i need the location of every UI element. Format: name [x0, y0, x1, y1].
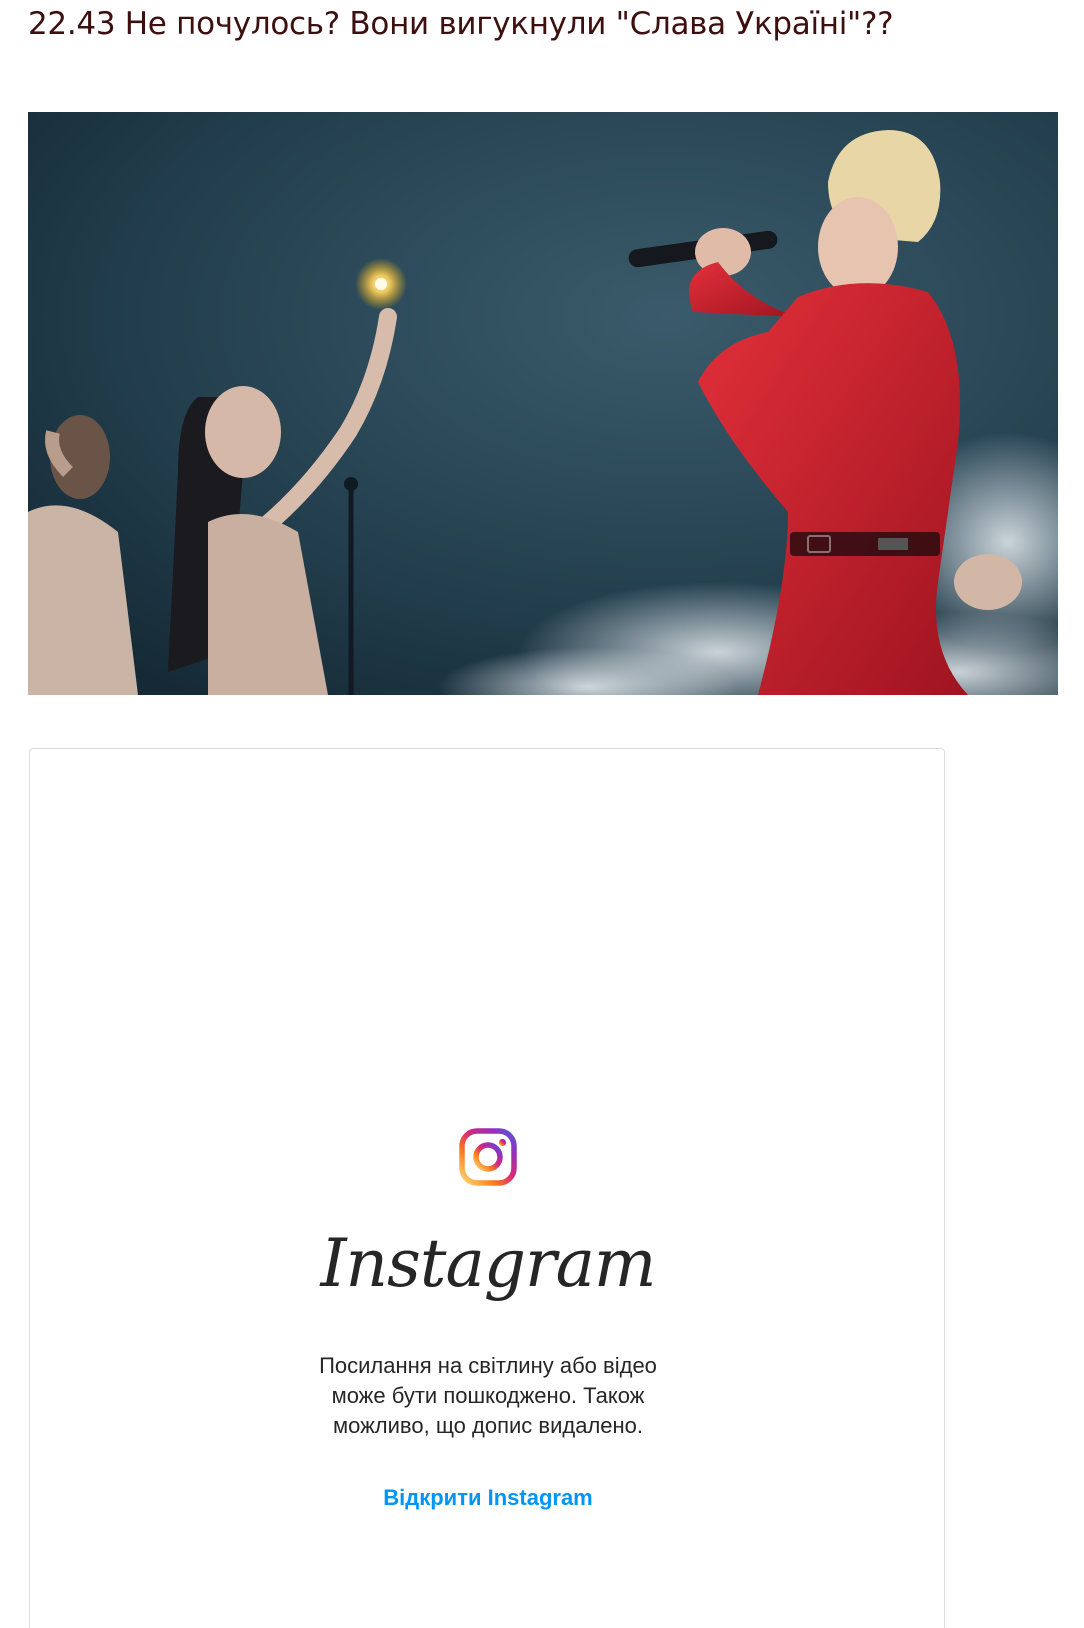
- live-update-headline: 22.43 Не почулось? Вони вигукнули "Слава…: [28, 6, 894, 42]
- instagram-embed[interactable]: Instagram Посилання на світлину або віде…: [29, 748, 945, 1628]
- performance-photo: [28, 112, 1058, 695]
- instagram-icon[interactable]: [459, 1128, 517, 1186]
- message-line: можливо, що допис видалено.: [332, 1413, 644, 1438]
- open-instagram-link[interactable]: Відкрити Instagram: [30, 1483, 946, 1513]
- instagram-wordmark: Instagram: [320, 1225, 656, 1302]
- message-line: Посилання на світлину або відео: [319, 1353, 657, 1378]
- message-line: може бути пошкоджено. Також: [331, 1383, 645, 1408]
- article-page: 22.43 Не почулось? Вони вигукнули "Слава…: [0, 0, 1084, 1628]
- broken-link-message: Посилання на світлину або відео може бут…: [30, 1351, 946, 1441]
